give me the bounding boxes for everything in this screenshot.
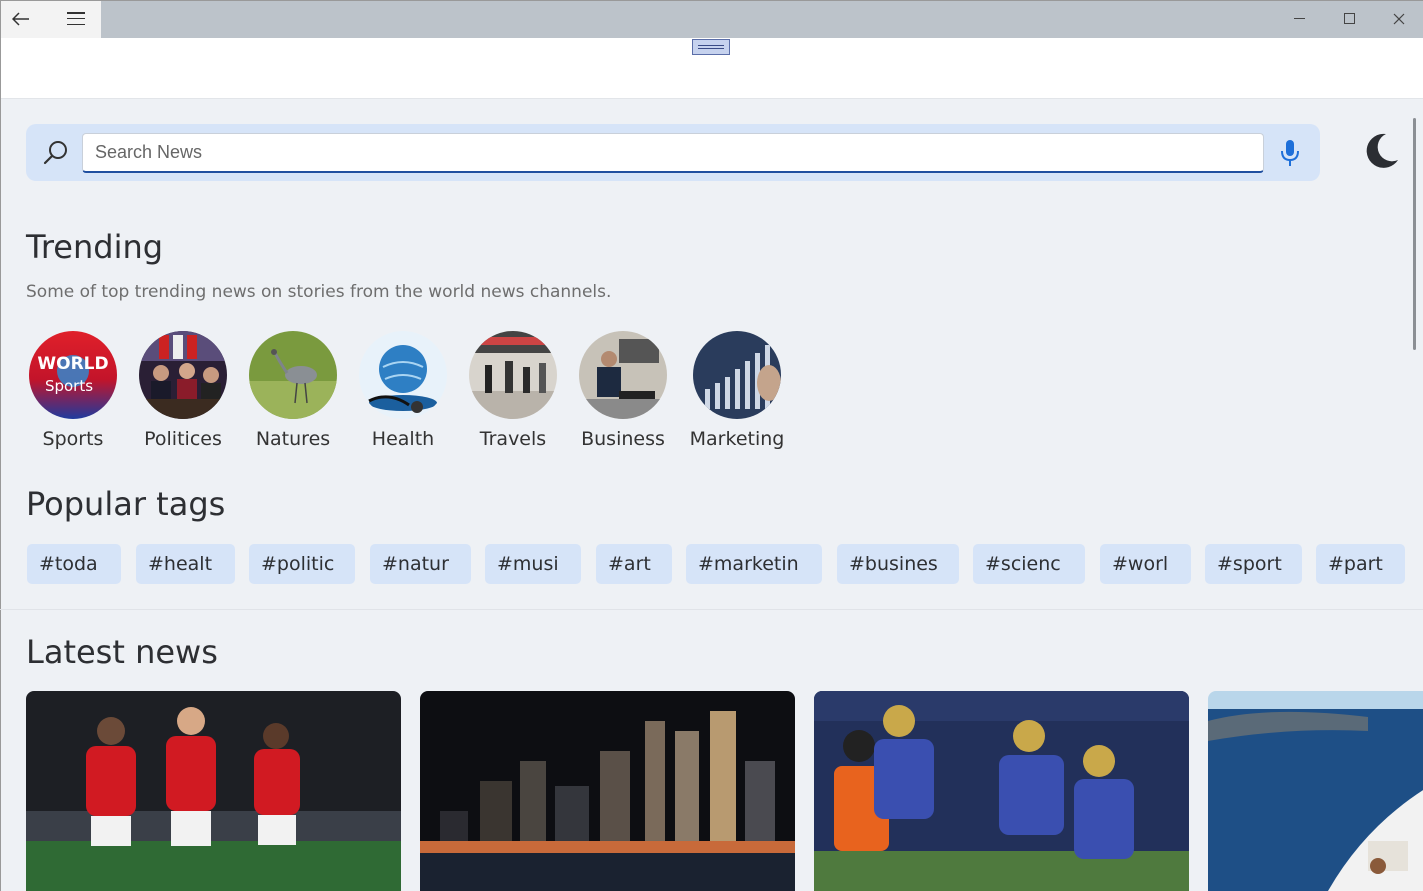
category-label: Business	[581, 428, 665, 450]
close-icon[interactable]	[1379, 0, 1419, 37]
tag-chip[interactable]: #busines	[837, 544, 959, 584]
search-icon[interactable]	[42, 139, 70, 167]
politicians-photo	[139, 331, 227, 419]
football-players-celebrating-photo	[26, 691, 401, 891]
latest-news-title: Latest news	[26, 633, 218, 671]
tag-chip[interactable]: #natur	[370, 544, 471, 584]
news-card[interactable]	[814, 691, 1189, 891]
growth-chart-photo	[693, 331, 781, 419]
window-border	[0, 38, 1, 891]
category-label: Health	[371, 428, 435, 450]
drag-handle[interactable]	[692, 39, 730, 55]
search-input[interactable]	[82, 133, 1264, 173]
title-bar	[0, 0, 1423, 38]
category-business[interactable]: Business	[568, 331, 678, 450]
category-travels[interactable]: Travels	[458, 331, 568, 450]
tag-chip[interactable]: #part	[1316, 544, 1405, 584]
category-sports[interactable]: WORLD Sports Sports	[18, 331, 128, 450]
category-label: Marketing	[689, 428, 785, 450]
tag-chip[interactable]: #marketin	[686, 544, 822, 584]
tag-chip[interactable]: #musi	[485, 544, 581, 584]
category-label: Natures	[255, 428, 331, 450]
news-card-list	[26, 691, 1423, 891]
trending-categories: WORLD Sports Sports Politices Natures He…	[26, 331, 806, 461]
businessman-photo	[579, 331, 667, 419]
coastal-cliff-sea-photo	[1208, 691, 1423, 891]
svg-text:WORLD: WORLD	[37, 354, 108, 374]
news-card[interactable]	[420, 691, 795, 891]
category-marketing[interactable]: Marketing	[682, 331, 792, 450]
airport-travelers-photo	[469, 331, 557, 419]
category-politices[interactable]: Politices	[128, 331, 238, 450]
back-arrow-icon[interactable]	[2, 0, 40, 37]
section-divider	[0, 609, 1423, 610]
hamburger-icon[interactable]	[56, 0, 96, 37]
news-card[interactable]	[26, 691, 401, 891]
svg-text:Sports: Sports	[45, 377, 93, 395]
trending-subtitle: Some of top trending news on stories fro…	[26, 282, 612, 302]
american-football-game-photo	[814, 691, 1189, 891]
category-label: Travels	[479, 428, 547, 450]
crane-bird-photo	[249, 331, 337, 419]
tag-chip[interactable]: #scienc	[973, 544, 1085, 584]
tag-chip[interactable]: #art	[596, 544, 672, 584]
category-natures[interactable]: Natures	[238, 331, 348, 450]
category-label: Politices	[144, 428, 222, 450]
tag-chip[interactable]: #toda	[27, 544, 121, 584]
maximize-icon[interactable]	[1329, 0, 1369, 37]
minimize-icon[interactable]	[1279, 0, 1319, 37]
moon-icon[interactable]	[1360, 130, 1400, 170]
news-card[interactable]	[1208, 691, 1423, 891]
search-bar	[26, 124, 1320, 181]
tag-chip[interactable]: #worl	[1100, 544, 1191, 584]
globe-stethoscope-photo	[359, 331, 447, 419]
trending-title: Trending	[26, 228, 164, 266]
popular-tags-title: Popular tags	[26, 485, 226, 523]
world-sports-logo: WORLD Sports	[29, 331, 117, 419]
tag-list: #toda #healt #politic #natur #musi #art …	[27, 544, 1423, 584]
city-skyline-night-photo	[420, 691, 795, 891]
category-health[interactable]: Health	[348, 331, 458, 450]
scrollbar[interactable]	[1413, 118, 1416, 350]
tag-chip[interactable]: #politic	[249, 544, 355, 584]
tag-chip[interactable]: #sport	[1205, 544, 1302, 584]
category-label: Sports	[42, 428, 104, 450]
microphone-icon[interactable]	[1278, 138, 1302, 168]
tag-chip[interactable]: #healt	[136, 544, 235, 584]
